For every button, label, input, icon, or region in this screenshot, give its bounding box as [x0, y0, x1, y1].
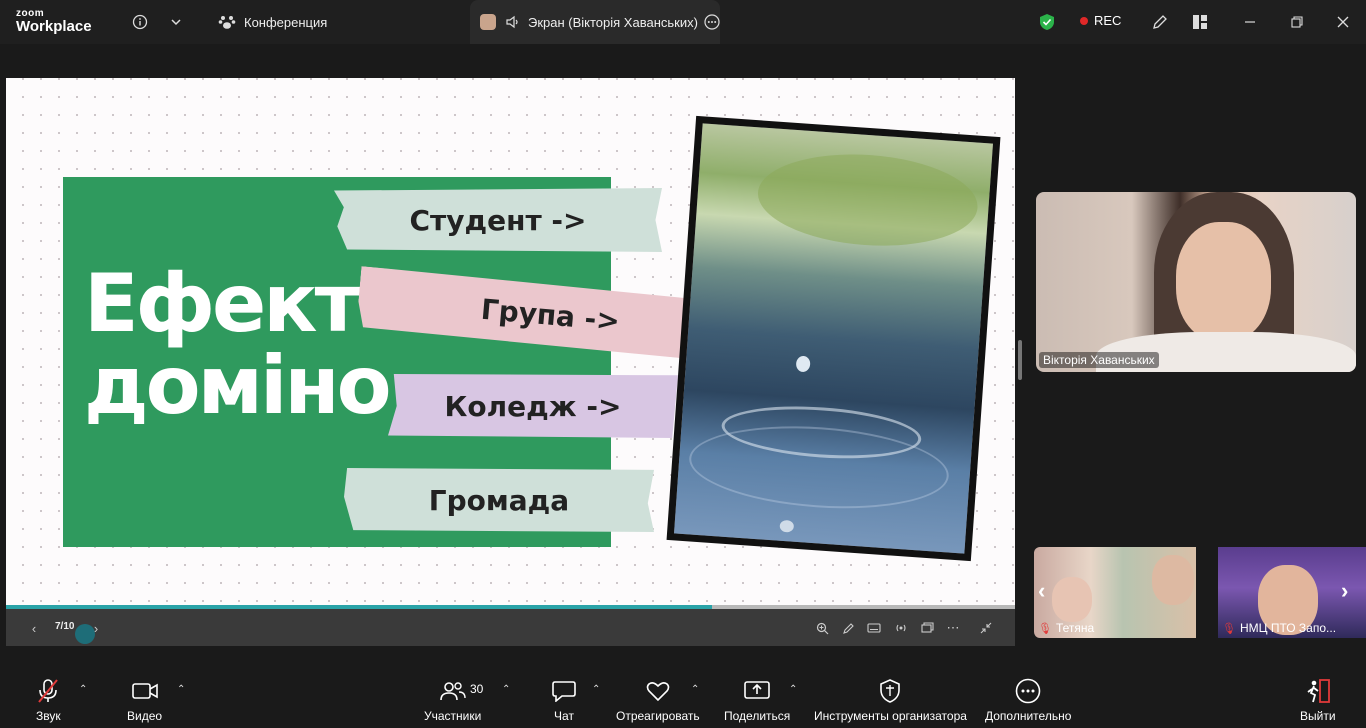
host-tools-label: Инструменты организатора [814, 709, 967, 723]
tab-conference-label: Конференция [244, 14, 328, 30]
audio-caret-icon[interactable]: ⌃ [79, 684, 87, 695]
thumb2-name: НМЦ ПТО Запо... [1239, 621, 1337, 635]
chat-label: Чат [554, 709, 574, 723]
video-tile-tetiana[interactable]: 🎙 Тетяна [1034, 547, 1196, 638]
mic-muted-icon: 🎙 [1038, 622, 1052, 635]
tab-conference[interactable]: Конференция [218, 0, 338, 44]
share-caret-icon[interactable]: ⌃ [789, 684, 797, 695]
participants-icon [439, 678, 466, 704]
audio-button[interactable]: Звук [36, 678, 61, 723]
speaker-face [1176, 222, 1271, 342]
pen-icon[interactable] [838, 618, 858, 638]
video-tile-speaker[interactable]: Вікторія Хаванських [1036, 192, 1356, 372]
more-dots-icon[interactable]: ⋯ [943, 618, 963, 638]
restore-icon[interactable] [1285, 10, 1309, 34]
paw-icon [218, 16, 236, 29]
mic-muted-icon [36, 678, 60, 704]
share-screen-icon [744, 678, 770, 704]
annotate-pencil-icon[interactable] [1148, 10, 1172, 34]
more-icon [1015, 678, 1041, 704]
tape-label-college-text: Коледж -> [444, 389, 622, 423]
droplet-low [779, 519, 795, 533]
video-button[interactable]: Видео [127, 678, 162, 723]
host-tools-button[interactable]: Инструменты организатора [814, 678, 967, 723]
avatar [480, 14, 496, 30]
tape-label-community-text: Громада [428, 483, 570, 517]
thumb2-name-label: 🎙 НМЦ ПТО Запо... [1222, 621, 1336, 635]
participants-count: 30 [470, 682, 484, 696]
share-label: Поделиться [724, 709, 791, 723]
slide-controls: ‹ 7/10 › ⋯ [6, 609, 1015, 646]
react-button[interactable]: Отреагировать [616, 678, 700, 723]
zoom-in-icon[interactable] [812, 618, 832, 638]
react-caret-icon[interactable]: ⌃ [691, 684, 699, 695]
slide-title-line2: доміно [84, 339, 392, 432]
speaker-name-label: Вікторія Хаванських [1039, 352, 1159, 368]
rec-label: REC [1094, 13, 1122, 28]
leave-label: Выйти [1300, 709, 1336, 723]
more-button[interactable]: Дополнительно [985, 678, 1071, 723]
thumb1-name: Тетяна [1055, 621, 1095, 635]
title-bar: zoom Workplace Конференция Экран (Віктор… [0, 0, 1366, 44]
thumb1-name-label: 🎙 Тетяна [1038, 621, 1094, 635]
chat-button[interactable]: Чат [552, 678, 576, 723]
more-label: Дополнительно [985, 709, 1072, 723]
shared-screen-slide: Ефект доміно Студент -> Група -> Коледж … [6, 78, 1015, 608]
zoom-logo: zoom Workplace [16, 9, 92, 35]
leave-icon [1305, 678, 1331, 704]
chat-icon [552, 678, 576, 704]
tab-screen-share[interactable]: Экран (Вікторія Хаванських) [470, 0, 720, 44]
share-button[interactable]: Поделиться [724, 678, 790, 723]
camera-icon [131, 678, 158, 704]
speaker-icon [506, 15, 518, 29]
video-caret-icon[interactable]: ⌃ [177, 684, 185, 695]
tape-label-student: Студент -> [334, 188, 662, 252]
minimize-icon[interactable] [1238, 10, 1262, 34]
meeting-toolbar: Звук ⌃ Видео ⌃ Участники 30 ⌃ Чат ⌃ Отре… [0, 670, 1366, 728]
page-number: 7/10 [55, 621, 75, 632]
participants-caret-icon[interactable]: ⌃ [502, 684, 510, 695]
chevron-down-icon[interactable] [164, 10, 188, 34]
react-label: Отреагировать [616, 709, 700, 723]
video-label: Видео [127, 709, 163, 723]
slide-title-line1: Ефект [84, 257, 361, 350]
leaf-blur [754, 147, 981, 253]
zoom-window: zoom Workplace Конференция Экран (Віктор… [0, 0, 1366, 728]
chevron-right-icon[interactable]: › [1341, 578, 1348, 604]
participants-label: Участники [424, 709, 482, 723]
audio-label: Звук [36, 709, 61, 723]
broadcast-icon[interactable] [891, 618, 911, 638]
exit-fullscreen-icon[interactable] [976, 618, 996, 638]
next-slide-icon[interactable]: › [86, 618, 106, 638]
mic-muted-icon: 🎙 [1222, 622, 1236, 635]
leave-button[interactable]: Выйти [1300, 678, 1336, 723]
layout-icon[interactable] [1188, 10, 1212, 34]
tape-label-community: Громада [344, 468, 654, 532]
slides-icon[interactable] [917, 618, 937, 638]
tape-label-college: Коледж -> [388, 374, 678, 438]
tape-label-group-text: Група -> [479, 292, 622, 338]
info-icon[interactable] [128, 10, 152, 34]
chat-caret-icon[interactable]: ⌃ [592, 684, 600, 695]
more-options-icon[interactable] [704, 14, 720, 30]
heart-icon [646, 678, 670, 704]
panel-splitter[interactable] [1018, 340, 1022, 380]
prev-slide-icon[interactable]: ‹ [24, 618, 44, 638]
chevron-left-icon[interactable]: ‹ [1038, 578, 1045, 604]
water-drop-photo [666, 115, 1001, 562]
recording-indicator[interactable]: REC [1080, 13, 1121, 28]
shield-check-icon[interactable] [1035, 10, 1059, 34]
tab-screen-label: Экран (Вікторія Хаванських) [528, 14, 698, 30]
droplet [795, 355, 811, 373]
participant-face [1052, 577, 1092, 622]
keyboard-icon[interactable] [864, 618, 884, 638]
logo-bottom-text: Workplace [16, 18, 92, 35]
shield-icon [879, 678, 901, 704]
slide-title: Ефект доміно [84, 257, 392, 432]
tape-label-student-text: Студент -> [409, 203, 587, 237]
close-icon[interactable] [1331, 10, 1355, 34]
record-dot-icon [1080, 16, 1088, 25]
participant-face-2 [1152, 555, 1194, 605]
